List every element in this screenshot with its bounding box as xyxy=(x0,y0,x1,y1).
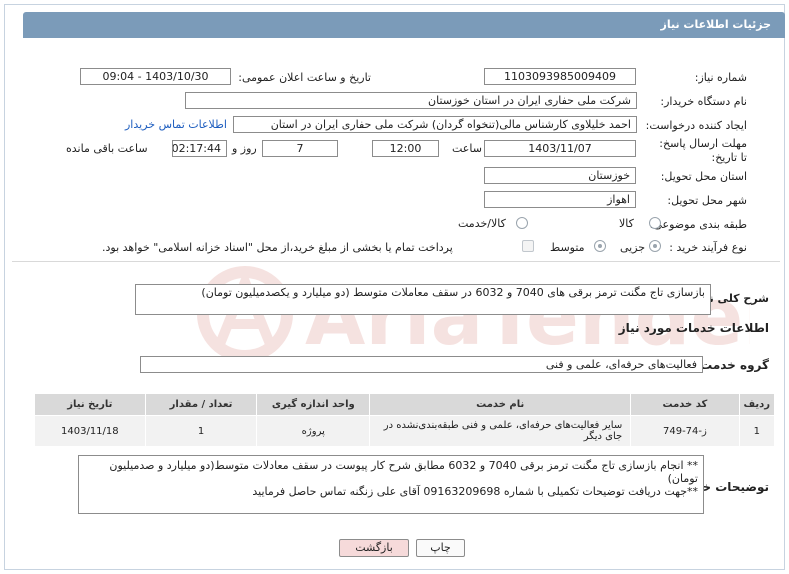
print-button[interactable]: چاپ xyxy=(416,539,465,557)
delivery-city-label: شهر محل تحویل: xyxy=(667,194,747,207)
category-goods-service-label: کالا/خدمت xyxy=(458,217,506,230)
divider xyxy=(12,261,780,262)
buyer-org-label: نام دستگاه خریدار: xyxy=(660,95,747,108)
services-table: ردیف کد خدمت نام خدمت واحد اندازه گیری ت… xyxy=(34,393,776,447)
cell-quantity: 1 xyxy=(144,415,258,447)
deadline-time-label: ساعت xyxy=(452,142,482,155)
need-number-field[interactable]: 1103093985009409 xyxy=(484,68,636,85)
cell-date: 1403/11/18 xyxy=(34,415,146,447)
announce-datetime-field[interactable]: 1403/10/30 - 09:04 xyxy=(80,68,231,85)
buyer-notes-line-2: **جهت دریافت توضیحات تکمیلی با شماره 091… xyxy=(252,485,698,498)
buyer-org-field[interactable]: شرکت ملی حفاری ایران در استان خوزستان xyxy=(185,92,637,109)
service-group-field[interactable]: فعالیت‌های حرفه‌ای، علمی و فنی xyxy=(140,356,703,373)
deadline-label: مهلت ارسال پاسخ: تا تاریخ: xyxy=(659,137,747,164)
process-medium-radio[interactable] xyxy=(594,240,606,252)
table-row: 1 ز-74-749 سایر فعالیت‌های حرفه‌ای، علمی… xyxy=(34,415,776,447)
process-minor-radio[interactable] xyxy=(649,240,661,252)
treasury-payment-note: پرداخت تمام یا بخشی از مبلغ خرید،از محل … xyxy=(102,241,453,254)
category-goods-label: کالا xyxy=(619,217,634,230)
deadline-date-field[interactable]: 1403/11/07 xyxy=(484,140,636,157)
cell-code: ز-74-749 xyxy=(630,415,740,447)
cell-unit: پروژه xyxy=(256,415,371,447)
delivery-province-field[interactable]: خوزستان xyxy=(484,167,636,184)
col-name: نام خدمت xyxy=(369,393,632,416)
time-remaining-field[interactable]: 02:17:44 xyxy=(172,140,227,157)
service-group-label: گروه خدمت: xyxy=(695,358,769,372)
process-type-label: نوع فرآیند خرید : xyxy=(669,241,747,254)
process-medium-label: متوسط xyxy=(550,241,585,254)
days-label: روز و xyxy=(232,142,257,155)
buyer-notes-line-1: ** انجام بازسازی تاج مگنت ترمز برقی 7040… xyxy=(109,459,698,485)
back-button[interactable]: بازگشت xyxy=(339,539,409,557)
page-title: جزئیات اطلاعات نیاز xyxy=(23,12,785,38)
category-label: طبقه بندی موضوعی: xyxy=(649,218,747,231)
delivery-province-label: استان محل تحویل: xyxy=(660,170,747,183)
delivery-city-field[interactable]: اهواز xyxy=(484,191,636,208)
services-section-title: اطلاعات خدمات مورد نیاز xyxy=(618,321,769,335)
treasury-payment-checkbox[interactable] xyxy=(522,240,534,252)
col-quantity: تعداد / مقدار xyxy=(144,393,258,416)
table-header-row: ردیف کد خدمت نام خدمت واحد اندازه گیری ت… xyxy=(34,393,776,416)
col-row: ردیف xyxy=(738,393,776,416)
col-unit: واحد اندازه گیری xyxy=(256,393,371,416)
announce-datetime-label: تاریخ و ساعت اعلان عمومی: xyxy=(238,71,371,84)
buyer-contact-link[interactable]: اطلاعات تماس خریدار xyxy=(125,118,227,131)
cell-row: 1 xyxy=(738,415,776,447)
days-remaining-field[interactable]: 7 xyxy=(262,140,338,157)
buyer-notes-field[interactable]: ** انجام بازسازی تاج مگنت ترمز برقی 7040… xyxy=(78,455,704,514)
category-goods-service-radio[interactable] xyxy=(516,217,528,229)
need-description-field[interactable]: بازسازی تاج مگنت ترمز برقی های 7040 و 60… xyxy=(135,284,711,315)
cell-name: سایر فعالیت‌های حرفه‌ای، علمی و فنی طبقه… xyxy=(369,415,632,447)
requester-label: ایجاد کننده درخواست: xyxy=(645,119,747,132)
deadline-time-field[interactable]: 12:00 xyxy=(372,140,439,157)
requester-field[interactable]: احمد خلیلاوی کارشناس مالی(تنخواه گردان) … xyxy=(233,116,637,133)
time-remaining-label: ساعت باقی مانده xyxy=(66,142,148,155)
col-date: تاریخ نیاز xyxy=(34,393,146,416)
need-number-label: شماره نیاز: xyxy=(694,71,747,84)
process-minor-label: جزیی xyxy=(620,241,646,254)
category-goods-radio[interactable] xyxy=(649,217,661,229)
col-code: کد خدمت xyxy=(630,393,740,416)
